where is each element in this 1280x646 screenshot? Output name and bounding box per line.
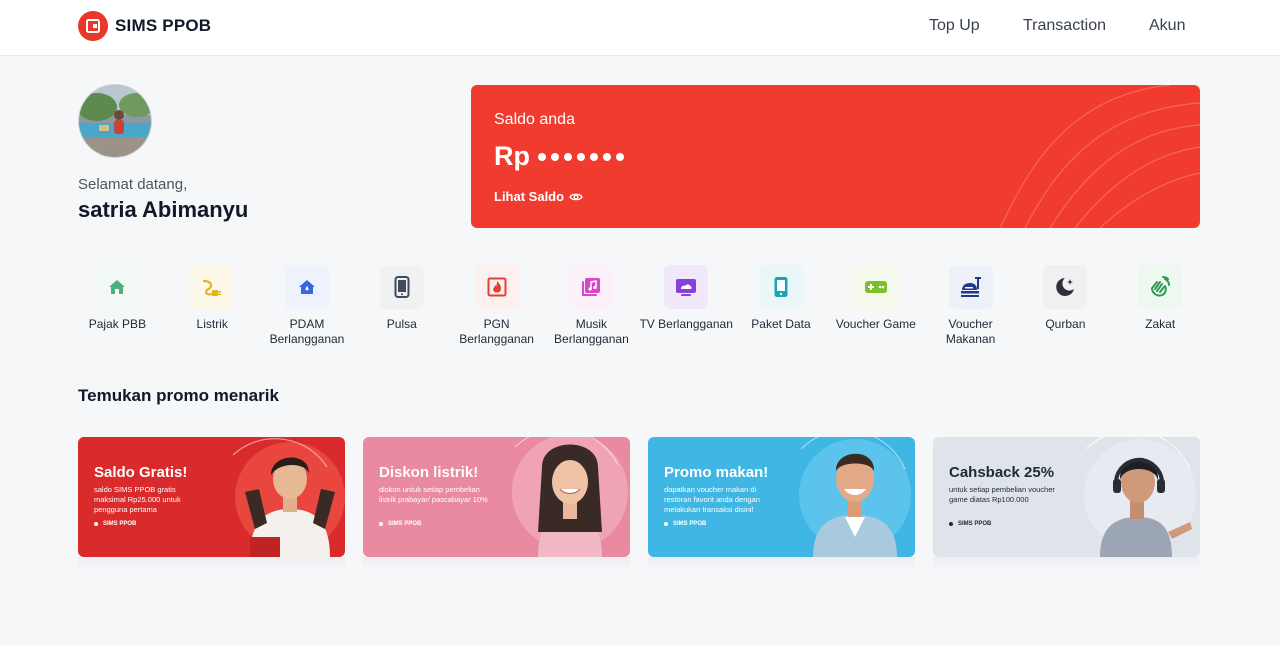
show-balance-toggle[interactable]: Lihat Saldo xyxy=(494,189,583,204)
water-home-icon xyxy=(284,265,329,309)
avatar xyxy=(78,84,152,158)
music-icon xyxy=(569,265,614,309)
service-paket-data[interactable]: Paket Data xyxy=(734,265,829,347)
nav-akun[interactable]: Akun xyxy=(1149,17,1185,35)
eye-icon xyxy=(569,193,583,200)
promo-person-image xyxy=(1084,437,1196,557)
balance-currency: Rp xyxy=(494,141,530,171)
promo-description: untuk setiap pembelian voucher game diat… xyxy=(949,485,1055,504)
top-navbar: SIMS PPOB Top Up Transaction Akun xyxy=(0,0,1280,56)
electric-plug-icon xyxy=(190,265,235,309)
service-musik[interactable]: Musik Berlangganan xyxy=(544,265,639,347)
phone-icon xyxy=(379,265,424,309)
show-balance-label: Lihat Saldo xyxy=(494,189,565,204)
balance-label: Saldo anda xyxy=(494,111,575,128)
balance-amount: Rp xyxy=(494,141,629,172)
service-voucher-game[interactable]: Voucher Game xyxy=(828,265,923,347)
promo-description: diskon untuk setiap pembelian listrik pr… xyxy=(379,485,488,504)
balance-masked-value xyxy=(538,152,629,161)
promo-headline: Promo makan! xyxy=(664,464,769,481)
promo-card-promo-makan[interactable]: Promo makan! dapatkan voucher makan di r… xyxy=(648,437,915,557)
promo-description: dapatkan voucher makan di restoran favor… xyxy=(664,485,760,514)
promo-headline: Saldo Gratis! xyxy=(94,464,188,481)
service-pgn[interactable]: PGN Berlangganan xyxy=(449,265,544,347)
brand-name: SIMS PPOB xyxy=(115,16,212,35)
brand-home-link[interactable]: SIMS PPOB xyxy=(78,11,211,41)
promo-section-title: Temukan promo menarik xyxy=(78,386,279,405)
promo-brand: SIMS PPOB xyxy=(94,521,136,527)
service-voucher-makanan[interactable]: Voucher Makanan xyxy=(923,265,1018,347)
hands-icon xyxy=(1138,265,1183,309)
promo-person-image xyxy=(799,437,911,557)
tv-icon xyxy=(664,265,709,309)
nav-top-up[interactable]: Top Up xyxy=(929,17,980,35)
service-zakat[interactable]: Zakat xyxy=(1113,265,1208,347)
service-pulsa[interactable]: Pulsa xyxy=(354,265,449,347)
promo-headline: Diskon listrik! xyxy=(379,464,479,481)
promo-card-diskon-listrik[interactable]: Diskon listrik! diskon untuk setiap pemb… xyxy=(363,437,630,557)
gamepad-icon xyxy=(853,265,898,309)
service-menu: Pajak PBB Listrik PDAM Berlangganan Puls… xyxy=(70,265,1210,347)
moon-star-icon xyxy=(1043,265,1088,309)
service-pajak-pbb[interactable]: Pajak PBB xyxy=(70,265,165,347)
promo-card-cashback[interactable]: Cahsback 25% untuk setiap pembelian vouc… xyxy=(933,437,1200,557)
greeting-text: Selamat datang, xyxy=(78,176,188,193)
promo-person-image xyxy=(512,437,628,557)
gas-flame-icon xyxy=(474,265,519,309)
service-pdam[interactable]: PDAM Berlangganan xyxy=(260,265,355,347)
service-qurban[interactable]: Qurban xyxy=(1018,265,1113,347)
food-tray-icon xyxy=(948,265,993,309)
promo-card-saldo-gratis[interactable]: Saldo Gratis! saldo SIMS PPOB gratis mak… xyxy=(78,437,345,557)
nav-transaction[interactable]: Transaction xyxy=(1023,17,1106,35)
promo-person-image xyxy=(232,438,345,557)
promo-brand: SIMS PPOB xyxy=(379,521,421,527)
promo-brand: SIMS PPOB xyxy=(949,521,991,527)
house-icon xyxy=(95,265,140,309)
brand-logo-icon xyxy=(78,11,108,41)
wave-decoration xyxy=(999,85,1200,228)
promo-brand: SIMS PPOB xyxy=(664,521,706,527)
mobile-data-icon xyxy=(758,265,803,309)
user-name: satria Abimanyu xyxy=(78,197,249,222)
promo-description: saldo SIMS PPOB gratis maksimal Rp25.000… xyxy=(94,485,181,514)
balance-card: Saldo anda Rp Lihat Saldo xyxy=(471,85,1200,228)
promo-headline: Cahsback 25% xyxy=(949,464,1055,481)
service-tv[interactable]: TV Berlangganan xyxy=(639,265,734,347)
service-listrik[interactable]: Listrik xyxy=(165,265,260,347)
